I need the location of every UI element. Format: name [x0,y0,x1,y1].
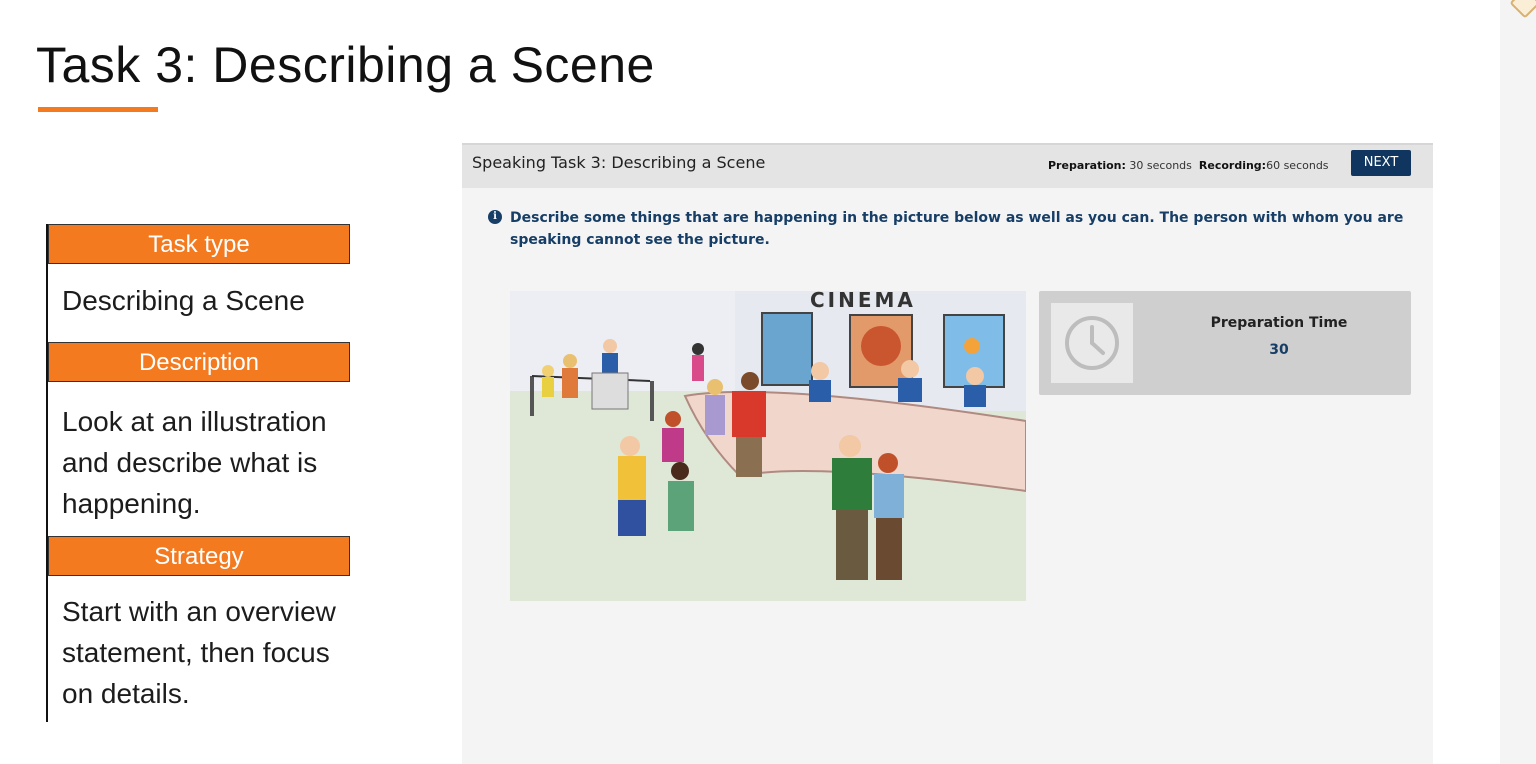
task-type-heading: Task type [48,224,350,264]
clock-icon [1065,316,1119,370]
instruction-text: Describe some things that are happening … [510,210,1404,248]
description-text: Look at an illustration and describe wha… [62,406,327,519]
test-header-title: Speaking Task 3: Describing a Scene [472,153,766,172]
recording-label: Recording: [1198,159,1267,172]
clock-tile [1051,303,1133,383]
instruction: i Describe some things that are happenin… [488,207,1410,251]
right-edge-strip [1500,0,1536,764]
cinema-sign: CINEMA [810,291,916,312]
recording-value: 60 seconds [1266,159,1329,172]
task-info-panel: Task type Describing a Scene Description… [46,224,368,722]
preparation-time-label: Preparation Time [1210,315,1348,331]
slide-title: Task 3: Describing a Scene [36,37,655,93]
test-window: Speaking Task 3: Describing a Scene Prep… [462,143,1433,764]
preparation-value: 30 seconds [1129,159,1192,172]
description-heading: Description [48,342,350,382]
timing-info: Preparation: 30 seconds Recording:60 sec… [1048,159,1329,172]
preparation-timer-panel: Preparation Time 30 [1039,291,1411,395]
preparation-label: Preparation: [1048,159,1126,172]
next-button[interactable]: NEXT [1351,150,1411,176]
strategy-heading: Strategy [48,536,350,576]
info-circle-icon: i [488,210,502,224]
task-type-text: Describing a Scene [62,285,305,316]
title-underline [38,107,158,112]
test-header: Speaking Task 3: Describing a Scene Prep… [462,143,1433,188]
cinema-illustration: CINEMA [510,291,1026,601]
preparation-time-value: 30 [1269,342,1289,358]
strategy-text: Start with an overview statement, then f… [62,596,336,709]
